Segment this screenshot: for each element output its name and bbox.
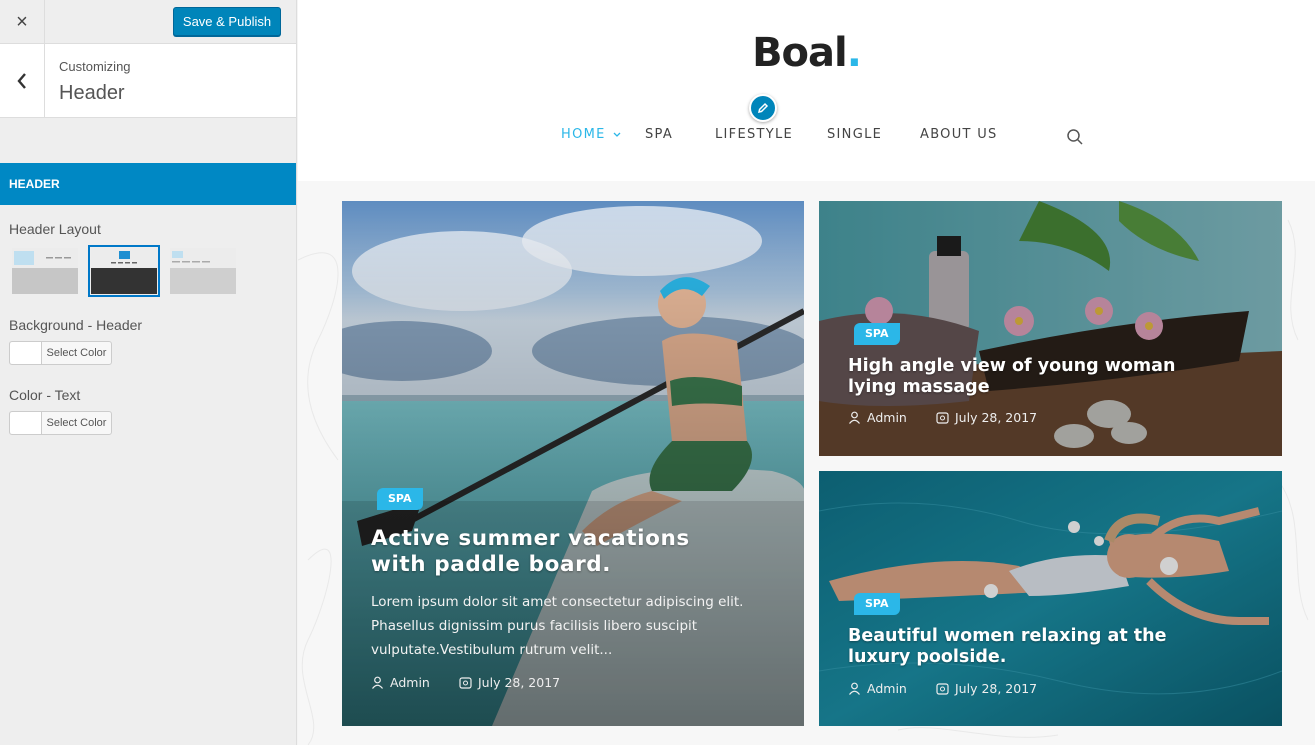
post-card-featured[interactable]: SPA Active summer vacations with paddle … [342,201,804,726]
header-layout-option-3[interactable] [168,246,238,296]
close-customizer-button[interactable]: × [0,0,45,44]
header-layout-option-2[interactable] [88,245,160,297]
color-swatch [10,412,42,434]
post-date[interactable]: July 28, 2017 [936,410,1037,425]
post-category-tag[interactable]: SPA [377,488,423,510]
user-icon [849,682,860,695]
header-section-bar[interactable]: HEADER [0,163,296,205]
post-author[interactable]: Admin [848,681,907,696]
customizer-sidebar: × Save & Publish Customizing Header HEAD… [0,0,297,745]
select-color-label: Select Color [46,417,107,429]
edit-shortcut-button[interactable] [749,94,777,122]
chevron-left-icon [17,72,26,89]
chevron-down-icon [613,132,621,137]
post-title[interactable]: High angle view of young woman lying mas… [848,356,1175,399]
post-author[interactable]: Admin [371,675,430,690]
back-button[interactable] [0,44,45,117]
main-navigation: HOME SPA LIFESTYLE SINGLE ABOUT US [298,127,1315,147]
layout-2-thumbnail [91,248,157,294]
site-logo[interactable]: Boal. [298,30,1315,76]
post-category-tag[interactable]: SPA [854,593,900,615]
text-select-color-button[interactable]: Select Color [9,411,112,435]
post-title[interactable]: Active summer vacations with paddle boar… [371,526,690,578]
calendar-icon [936,683,949,695]
nav-item-single[interactable]: SINGLE [827,127,882,142]
background-header-label: Background - Header [9,317,143,333]
layout-1-thumbnail [12,248,78,294]
calendar-icon [459,677,472,689]
nav-item-lifestyle[interactable]: LIFESTYLE [715,127,793,142]
post-author[interactable]: Admin [848,410,907,425]
close-icon: × [16,10,28,33]
section-title-panel: Customizing Header [0,44,296,118]
color-swatch [10,342,42,364]
search-icon[interactable] [1066,128,1084,146]
calendar-icon [936,412,949,424]
post-date[interactable]: July 28, 2017 [459,675,560,690]
post-date[interactable]: July 28, 2017 [936,681,1037,696]
site-preview: Boal. HOME SPA LIFESTYLE SINGLE ABOUT US [298,0,1315,745]
header-layout-option-1[interactable] [10,246,80,296]
post-category-tag[interactable]: SPA [854,323,900,345]
layout-3-thumbnail [170,248,236,294]
header-layout-label: Header Layout [9,221,101,237]
nav-item-spa[interactable]: SPA [645,127,673,142]
save-publish-button[interactable]: Save & Publish [173,7,281,36]
post-title[interactable]: Beautiful women relaxing at the luxury p… [848,626,1166,669]
post-card-massage[interactable]: SPA High angle view of young woman lying… [819,201,1282,456]
user-icon [372,676,383,689]
user-icon [849,411,860,424]
nav-item-about-us[interactable]: ABOUT US [920,127,998,142]
pencil-icon [757,102,769,114]
color-text-label: Color - Text [9,387,81,403]
section-title: Header [59,82,125,104]
background-select-color-button[interactable]: Select Color [9,341,112,365]
customizer-header: × Save & Publish [0,0,296,44]
select-color-label: Select Color [46,347,107,359]
customizing-label: Customizing [59,59,131,74]
post-excerpt: Lorem ipsum dolor sit amet consectetur a… [371,594,744,658]
site-header: Boal. HOME SPA LIFESTYLE SINGLE ABOUT US [298,0,1315,181]
nav-item-home[interactable]: HOME [561,127,621,142]
post-card-poolside[interactable]: SPA Beautiful women relaxing at the luxu… [819,471,1282,726]
